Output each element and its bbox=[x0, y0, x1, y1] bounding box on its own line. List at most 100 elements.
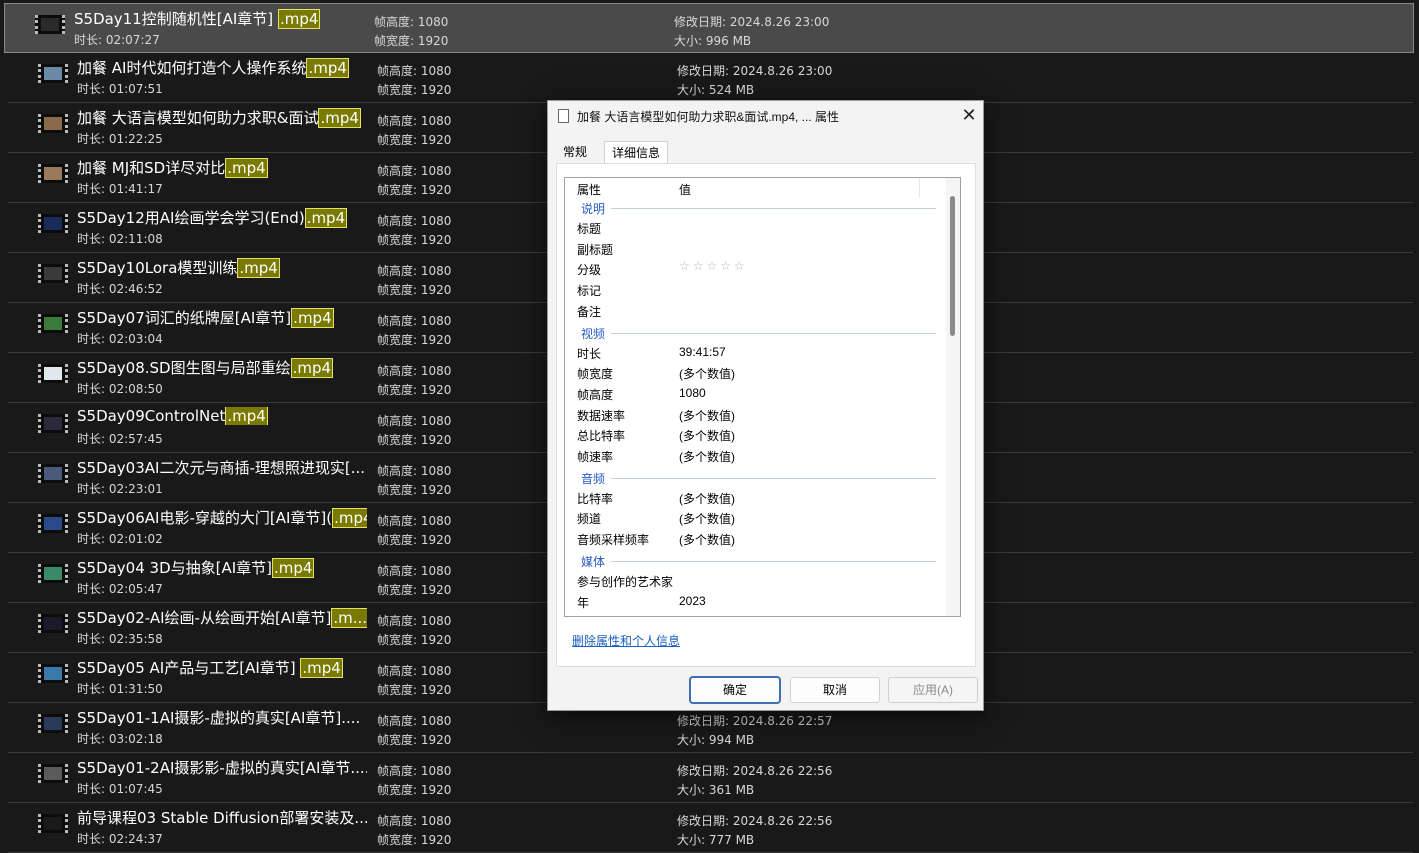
property-value: 39:41:57 bbox=[679, 344, 726, 359]
property-key: 数据速率 bbox=[577, 408, 626, 423]
video-thumbnail bbox=[38, 814, 68, 833]
file-row[interactable]: S5Day11控制随机性[AI章节] .mp4 时长: 02:07:27 帧高度: … bbox=[4, 3, 1414, 53]
file-name-base: S5Day09ControlNet bbox=[77, 407, 226, 425]
video-thumbnail bbox=[38, 464, 68, 483]
ok-button[interactable]: 确定 bbox=[690, 677, 780, 703]
file-extension-highlight: .mp4 bbox=[277, 9, 321, 29]
file-duration: 时长: 02:03:04 bbox=[77, 332, 163, 346]
property-value: 2023 bbox=[679, 593, 706, 608]
file-extension-highlight: .mp4 bbox=[291, 308, 334, 328]
file-extension-highlight: .mp4 bbox=[272, 558, 315, 578]
file-frame-height: 帧高度: 1080 bbox=[377, 614, 452, 628]
property-key: 备注 bbox=[577, 304, 602, 319]
tab-details[interactable]: 详细信息 bbox=[604, 141, 669, 165]
file-extension-highlight: .mp4 bbox=[304, 208, 348, 228]
file-frame-height: 帧高度: 1080 bbox=[377, 264, 452, 278]
file-frame-width: 帧宽度: 1920 bbox=[377, 433, 452, 447]
cancel-button[interactable]: 取消 bbox=[790, 677, 880, 703]
file-duration: 时长: 01:31:50 bbox=[77, 682, 163, 696]
file-extension-highlight: .mp4 bbox=[332, 508, 367, 528]
file-frame-width: 帧宽度: 1920 bbox=[377, 683, 452, 697]
file-modified-date: 修改日期: 2024.8.26 23:00 bbox=[674, 15, 830, 29]
group-video-label[interactable]: 视频 bbox=[581, 325, 605, 342]
file-frame-width: 帧宽度: 1920 bbox=[377, 583, 452, 597]
property-key: 帧高度 bbox=[577, 387, 614, 402]
file-modified-date: 修改日期: 2024.8.26 22:57 bbox=[677, 714, 833, 728]
file-name: S5Day10Lora模型训练 .mp4 bbox=[77, 257, 280, 278]
property-key: 副标题 bbox=[577, 242, 614, 257]
file-name: S5Day08.SD图生图与局部重绘 .mp4 bbox=[77, 357, 334, 378]
file-name: 前导课程03 Stable Diffusion部署安装及... bbox=[77, 807, 367, 828]
file-frame-width: 帧宽度: 1920 bbox=[377, 483, 452, 497]
video-thumbnail bbox=[38, 764, 68, 783]
thumbnail-image bbox=[44, 217, 62, 230]
property-value: (多个数值) bbox=[679, 367, 735, 382]
property-value: (多个数值) bbox=[679, 491, 735, 506]
file-name-base: S5Day04 3D与抽象[AI章节] bbox=[77, 559, 273, 577]
group-media-label[interactable]: 媒体 bbox=[581, 553, 605, 570]
tab-general[interactable]: 常规 bbox=[556, 141, 594, 163]
scrollbar[interactable] bbox=[946, 178, 960, 616]
file-name-base: S5Day05 AI产品与工艺[AI章节] bbox=[77, 659, 301, 677]
file-name: S5Day06AI电影-穿越的大门[AI章节](.mp4 bbox=[77, 507, 367, 528]
group-divider bbox=[611, 560, 936, 562]
group-divider bbox=[611, 477, 936, 479]
dialog-title: 加餐 大语言模型如何助力求职&面试.mp4, ... 属性 bbox=[577, 110, 840, 124]
thumbnail-image bbox=[44, 167, 62, 180]
file-duration: 时长: 02:07:27 bbox=[74, 33, 160, 47]
value-column-header[interactable]: 值 bbox=[679, 181, 691, 198]
file-duration: 时长: 02:01:02 bbox=[77, 532, 163, 546]
file-name: S5Day11控制随机性[AI章节] .mp4 bbox=[74, 8, 321, 29]
video-thumbnail bbox=[35, 15, 65, 34]
video-thumbnail bbox=[38, 214, 68, 233]
file-name: S5Day05 AI产品与工艺[AI章节] .mp4 bbox=[77, 657, 343, 678]
file-row[interactable]: 加餐 AI时代如何打造个人操作系统 .mp4 时长: 01:07:51 帧高度: 10… bbox=[8, 53, 1413, 103]
scrollbar-thumb[interactable] bbox=[950, 196, 955, 336]
property-column-header[interactable]: 属性 bbox=[577, 181, 601, 198]
file-name-base: 加餐 大语言模型如何助力求职&面试 bbox=[77, 109, 319, 127]
property-key: 音频采样频率 bbox=[577, 533, 650, 548]
file-duration: 时长: 01:41:17 bbox=[77, 182, 163, 196]
file-extension-highlight: .mp4 bbox=[290, 358, 334, 378]
thumbnail-image bbox=[44, 517, 62, 530]
file-duration: 时长: 02:35:58 bbox=[77, 632, 163, 646]
file-frame-width: 帧宽度: 1920 bbox=[377, 83, 452, 97]
file-name-base: 前导课程03 Stable Diffusion部署安装及... bbox=[77, 809, 367, 827]
file-name-base: S5Day07词汇的纸牌屋[AI章节] bbox=[77, 309, 292, 327]
file-row[interactable]: 前导课程03 Stable Diffusion部署安装及... 时长: 02:24… bbox=[8, 803, 1413, 853]
property-key: 帧宽度 bbox=[577, 367, 614, 382]
file-frame-height: 帧高度: 1080 bbox=[377, 164, 452, 178]
rating-stars[interactable]: ☆☆☆☆☆ bbox=[679, 259, 748, 273]
property-key: 比特率 bbox=[577, 491, 614, 506]
video-thumbnail bbox=[38, 114, 68, 133]
thumbnail-image bbox=[44, 567, 62, 580]
group-description-label[interactable]: 说明 bbox=[581, 200, 605, 217]
file-name-base: S5Day10Lora模型训练 bbox=[77, 259, 238, 277]
close-icon[interactable]: ✕ bbox=[956, 104, 982, 128]
file-name: 加餐 AI时代如何打造个人操作系统 .mp4 bbox=[77, 57, 349, 78]
group-audio-label[interactable]: 音频 bbox=[581, 470, 605, 487]
property-list-header: 属性 值 bbox=[565, 178, 920, 198]
thumbnail-image bbox=[44, 67, 62, 80]
property-key: 年 bbox=[577, 595, 590, 610]
file-duration: 时长: 03:02:18 bbox=[77, 732, 163, 746]
file-size: 大小: 994 MB bbox=[677, 733, 755, 747]
file-name-base: 加餐 MJ和SD详尽对比 bbox=[77, 159, 226, 177]
remove-properties-link[interactable]: 删除属性和个人信息 bbox=[572, 632, 680, 649]
thumbnail-image bbox=[44, 317, 62, 330]
property-value: (多个数值) bbox=[679, 408, 735, 423]
file-name: S5Day03AI二次元与商插-理想照进现实[... bbox=[77, 457, 365, 478]
video-thumbnail bbox=[38, 714, 68, 733]
property-key: 参与创作的艺术家 bbox=[577, 574, 674, 589]
property-key: 标记 bbox=[577, 284, 602, 299]
property-key: 总比特率 bbox=[577, 429, 626, 444]
file-duration: 时长: 02:05:47 bbox=[77, 582, 163, 596]
file-frame-height: 帧高度: 1080 bbox=[377, 364, 452, 378]
file-duration: 时长: 02:46:52 bbox=[77, 282, 163, 296]
file-row[interactable]: S5Day01-2AI摄影影-虚拟的真实[AI章节.... 时长: 01:07:4… bbox=[8, 753, 1413, 803]
apply-button[interactable]: 应用(A) bbox=[888, 677, 978, 703]
property-list[interactable]: 属性 值 说明 标题 副标题 分级 ☆☆☆☆☆ 标记 备注 视频 时长 39:41:57 帧宽度 (多… bbox=[564, 177, 961, 617]
thumbnail-image bbox=[44, 667, 62, 680]
property-key: 帧速率 bbox=[577, 450, 614, 464]
group-divider bbox=[611, 332, 936, 334]
